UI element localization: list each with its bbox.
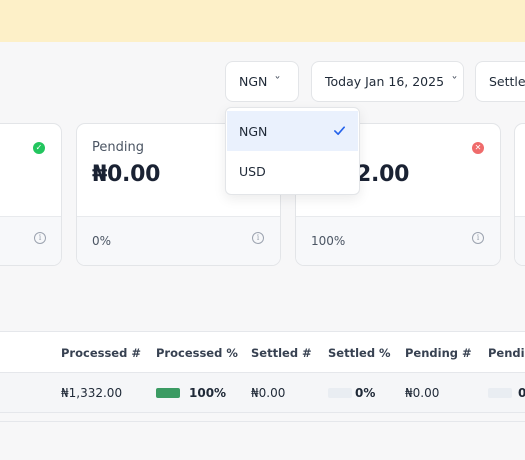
info-icon[interactable]: i: [472, 232, 484, 244]
currency-option-label: USD: [239, 163, 266, 179]
summary-card-extra: [514, 123, 525, 266]
currency-option-label: NGN: [239, 123, 268, 139]
cell-pending-percent: 0: [518, 386, 525, 400]
app-root: NGN ˅ Today Jan 16, 2025 ˅ Settlem ✓ i P…: [0, 0, 525, 460]
col-processed-count[interactable]: Processed #: [61, 346, 141, 360]
table-row[interactable]: ₦1,332.00 100% ₦0.00 0% ₦0.00 0: [0, 373, 525, 413]
settlement-filter-select[interactable]: Settlem: [475, 61, 525, 102]
currency-option-usd[interactable]: USD: [227, 151, 358, 191]
card-footer: [0, 216, 61, 265]
processed-progress-bar: [156, 388, 180, 398]
card-footer: [515, 216, 525, 265]
progress-fill: [156, 388, 180, 398]
chevron-down-icon: ˅: [451, 76, 458, 87]
cell-settled-percent: 0%: [355, 386, 376, 400]
card-footer-percent: 0%: [92, 234, 112, 248]
card-amount: ₦0.00: [92, 162, 161, 187]
x-circle-icon: ✕: [472, 142, 484, 154]
info-icon[interactable]: i: [34, 232, 46, 244]
summary-card-processed: ✓ i: [0, 123, 62, 266]
card-footer-percent: 100%: [311, 234, 346, 248]
divider: [0, 421, 525, 422]
pending-progress-bar: [488, 388, 512, 398]
table-header: Processed # Processed % Settled # Settle…: [0, 331, 525, 373]
date-filter-value: Today Jan 16, 2025: [325, 74, 445, 89]
currency-select[interactable]: NGN ˅: [225, 61, 299, 102]
date-filter-select[interactable]: Today Jan 16, 2025 ˅: [311, 61, 464, 102]
currency-option-ngn[interactable]: NGN: [227, 111, 358, 151]
card-title: Pending: [92, 140, 144, 155]
col-pending-percent[interactable]: Pending: [488, 346, 525, 360]
notice-banner: [0, 0, 525, 42]
cell-settled-count: ₦0.00: [251, 386, 286, 400]
cell-pending-count: ₦0.00: [405, 386, 440, 400]
col-settled-percent[interactable]: Settled %: [328, 346, 391, 360]
check-circle-icon: ✓: [33, 142, 45, 154]
chevron-down-icon: ˅: [274, 76, 282, 87]
col-settled-count[interactable]: Settled #: [251, 346, 312, 360]
currency-dropdown-menu: NGN USD: [225, 107, 360, 195]
cell-processed-count: ₦1,332.00: [61, 386, 123, 400]
info-icon[interactable]: i: [252, 232, 264, 244]
checkmark-icon: [334, 126, 345, 136]
currency-select-value: NGN: [239, 74, 268, 89]
cell-processed-percent: 100%: [189, 386, 227, 400]
settlement-filter-value: Settlem: [489, 74, 525, 89]
col-processed-percent[interactable]: Processed %: [156, 346, 238, 360]
settled-progress-bar: [328, 388, 352, 398]
col-pending-count[interactable]: Pending #: [405, 346, 472, 360]
